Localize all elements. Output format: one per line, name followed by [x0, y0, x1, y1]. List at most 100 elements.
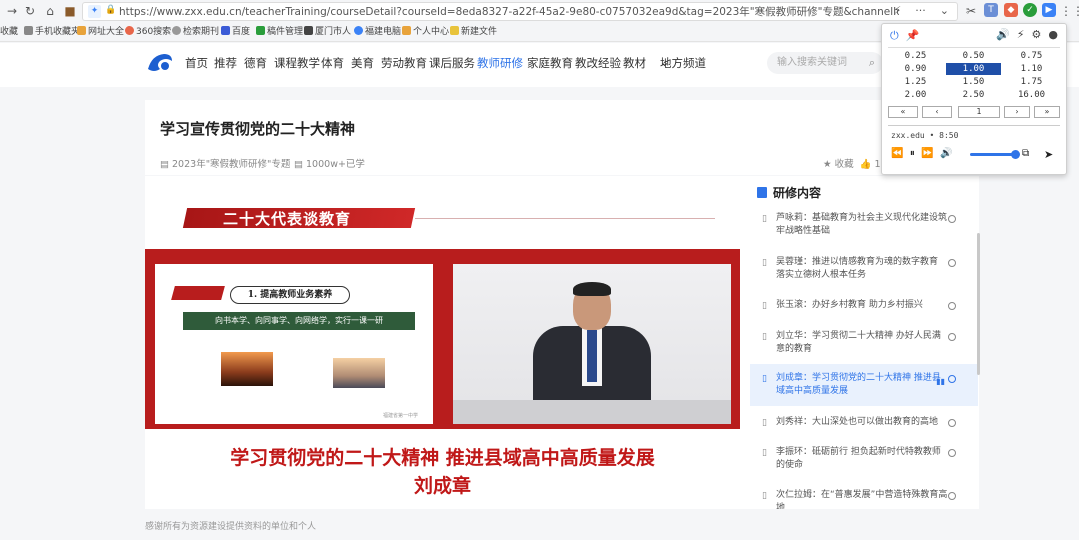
nav-sports[interactable]: 体育: [321, 55, 344, 71]
gear-icon[interactable]: ⚙: [1032, 28, 1042, 41]
url-text[interactable]: https://www.zxx.edu.cn/teacherTraining/c…: [119, 5, 899, 19]
github-icon[interactable]: ●: [1048, 28, 1058, 41]
lesson-item[interactable]: ▯ 李振环：砥砺前行 担负起新时代特教教师的使命: [750, 446, 978, 472]
media-controls: ⏪ ⏸ ⏩ 🔊: [891, 148, 952, 159]
speed-option[interactable]: 0.90: [888, 63, 943, 75]
game-ext-icon[interactable]: ◆: [1004, 3, 1018, 17]
bookmark-item[interactable]: 360搜索: [125, 26, 171, 39]
speaker-hair: [573, 282, 611, 296]
folder-icon: [402, 26, 411, 35]
grid-icon[interactable]: ⋮⋮: [1060, 3, 1079, 19]
doc-icon: ▯: [762, 301, 767, 311]
pause-icon[interactable]: ⏸: [910, 148, 915, 159]
speaker-video: [453, 264, 731, 424]
search-icon[interactable]: ⌕: [869, 52, 875, 74]
lesson-item[interactable]: ▯ 刘秀祥：大山深处也可以做出教育的高地: [750, 416, 978, 429]
chevron-down-icon[interactable]: ⌄: [940, 4, 949, 17]
volume-icon[interactable]: 🔊: [940, 148, 952, 159]
cursor-icon[interactable]: ➤: [1044, 148, 1053, 161]
lesson-item[interactable]: ▯ 张玉滚：办好乡村教育 助力乡村振兴: [750, 299, 978, 312]
check-ext-icon[interactable]: ✓: [1023, 3, 1037, 17]
like-icon: 👍: [859, 159, 872, 170]
more-icon[interactable]: ···: [915, 4, 926, 17]
scissors-icon[interactable]: ✂: [963, 3, 979, 19]
bookmark-item[interactable]: 厦门市人: [304, 26, 351, 39]
speed-option[interactable]: 0.25: [888, 50, 943, 62]
volume-knob[interactable]: [1011, 150, 1020, 159]
speed-option[interactable]: 1.10: [1004, 63, 1059, 75]
speed-ext-icon[interactable]: ▶: [1042, 3, 1056, 17]
lesson-item[interactable]: ▯ 芦咏莉：基础教育为社会主义现代化建设筑牢战略性基础: [750, 212, 978, 238]
home-icon[interactable]: ⌂: [42, 3, 58, 19]
search-input[interactable]: 输入搜索关键词 ⌕: [767, 52, 883, 74]
speed-option[interactable]: 0.75: [1004, 50, 1059, 62]
translate-ext-icon[interactable]: T: [984, 3, 998, 17]
status-icon: [948, 333, 956, 341]
site-logo[interactable]: [146, 51, 174, 75]
speed-option[interactable]: 1.75: [1004, 76, 1059, 88]
video-player[interactable]: 二十大代表谈教育 1. 提高教师业务素养 向书本学、向同事学、向网络学，实行一课…: [145, 176, 740, 509]
nav-afterschool[interactable]: 课后服务: [429, 55, 475, 71]
reload-icon[interactable]: ↻: [22, 3, 38, 19]
url-bar[interactable]: ✦ 🔒 https://www.zxx.edu.cn/teacherTraini…: [82, 2, 958, 21]
next-page-button[interactable]: ›: [1004, 106, 1030, 118]
nav-curriculum[interactable]: 课程教学: [274, 55, 320, 71]
pip-icon[interactable]: ⧉: [1022, 148, 1029, 159]
search360-icon: [125, 26, 134, 35]
lightning-icon[interactable]: ⚡: [1017, 28, 1025, 41]
bookmark-item[interactable]: 新建文件: [450, 26, 497, 39]
video-caption-title: 学习贯彻党的二十大精神 推进县域高中高质量发展: [230, 447, 655, 469]
video-slide: 1. 提高教师业务素养 向书本学、向同事学、向网络学，实行一课一研 福建省第一中…: [155, 264, 433, 424]
bookmark-item[interactable]: 个人中心: [402, 26, 449, 39]
rewind-icon[interactable]: ⏪: [891, 148, 903, 159]
lesson-item[interactable]: ▯ 次仁拉姆：在“普惠发展”中营造特殊教育高地: [750, 489, 978, 509]
lesson-item[interactable]: ▯ 刘立华：学习贯彻二十大精神 办好人民满意的教育: [750, 330, 978, 356]
fast-forward-icon[interactable]: ⏩: [921, 148, 933, 159]
bag-icon[interactable]: ■: [62, 3, 78, 19]
sidebar-scrollbar[interactable]: [977, 233, 980, 375]
favorite-button[interactable]: ★ 收藏 👍 1: [823, 156, 881, 170]
nav-textbook[interactable]: 教材: [623, 55, 646, 71]
bookmark-item[interactable]: 网址大全: [77, 26, 124, 39]
bookmark-item[interactable]: 收藏: [0, 26, 18, 39]
speed-option[interactable]: 1.50: [946, 76, 1001, 88]
power-icon[interactable]: ⏻: [890, 29, 899, 42]
nav-arts[interactable]: 美育: [351, 55, 374, 71]
speed-option-selected[interactable]: 1.00: [946, 63, 1001, 75]
bookmark-item[interactable]: 福建电脑: [354, 26, 401, 39]
forward-icon[interactable]: →: [4, 3, 20, 19]
bookmark-item[interactable]: 稿件管理: [256, 26, 303, 39]
speed-option[interactable]: 1.25: [888, 76, 943, 88]
speed-option[interactable]: 2.50: [946, 89, 1001, 101]
first-page-button[interactable]: «: [888, 106, 918, 118]
nav-teacher-training[interactable]: 教师研修: [477, 55, 523, 71]
last-page-button[interactable]: »: [1034, 106, 1060, 118]
popup-right-icons: 🔊 ⚡ ⚙ ●: [996, 28, 1058, 41]
nav-labor[interactable]: 劳动教育: [381, 55, 427, 71]
nav-reform[interactable]: 教改经验: [575, 55, 621, 71]
bookmark-item[interactable]: 检索期刊: [172, 26, 219, 39]
speed-option[interactable]: 16.00: [1004, 89, 1059, 101]
pin-icon[interactable]: 📌: [906, 29, 920, 42]
bookmark-item[interactable]: 手机收藏夹: [24, 26, 80, 39]
chevron-down-icon: ⌄: [660, 55, 670, 69]
video-banner-title: 二十大代表谈教育: [223, 210, 352, 228]
shield-icon[interactable]: ✦: [88, 5, 101, 18]
address-row: → ↻ ⌂ ■ ✦ 🔒 https://www.zxx.edu.cn/teach…: [0, 0, 1079, 22]
nav-home[interactable]: 首页: [185, 55, 208, 71]
nav-recommend[interactable]: 推荐: [214, 55, 237, 71]
speed-option[interactable]: 0.50: [946, 50, 1001, 62]
speed-option[interactable]: 2.00: [888, 89, 943, 101]
volume-icon[interactable]: 🔊: [996, 28, 1010, 41]
page-input[interactable]: 1: [958, 106, 1000, 118]
bookmark-item[interactable]: 百度: [221, 26, 250, 39]
prev-page-button[interactable]: ‹: [922, 106, 952, 118]
volume-slider[interactable]: [970, 153, 1015, 156]
status-icon: [948, 215, 956, 223]
lightning-icon[interactable]: ⚡: [894, 4, 902, 17]
lesson-item[interactable]: ▯ 吴蓉瑾：推进以情感教育为魂的数字教育 落实立德树人根本任务: [750, 256, 978, 282]
url-bar-icons: ⚡ ··· ⌄: [894, 4, 949, 17]
nav-moral[interactable]: 德育: [244, 55, 267, 71]
lesson-item-active[interactable]: ▯ 刘成章：学习贯彻党的二十大精神 推进县域高中高质量发展 ▮▮: [750, 364, 978, 406]
nav-family[interactable]: 家庭教育: [527, 55, 573, 71]
